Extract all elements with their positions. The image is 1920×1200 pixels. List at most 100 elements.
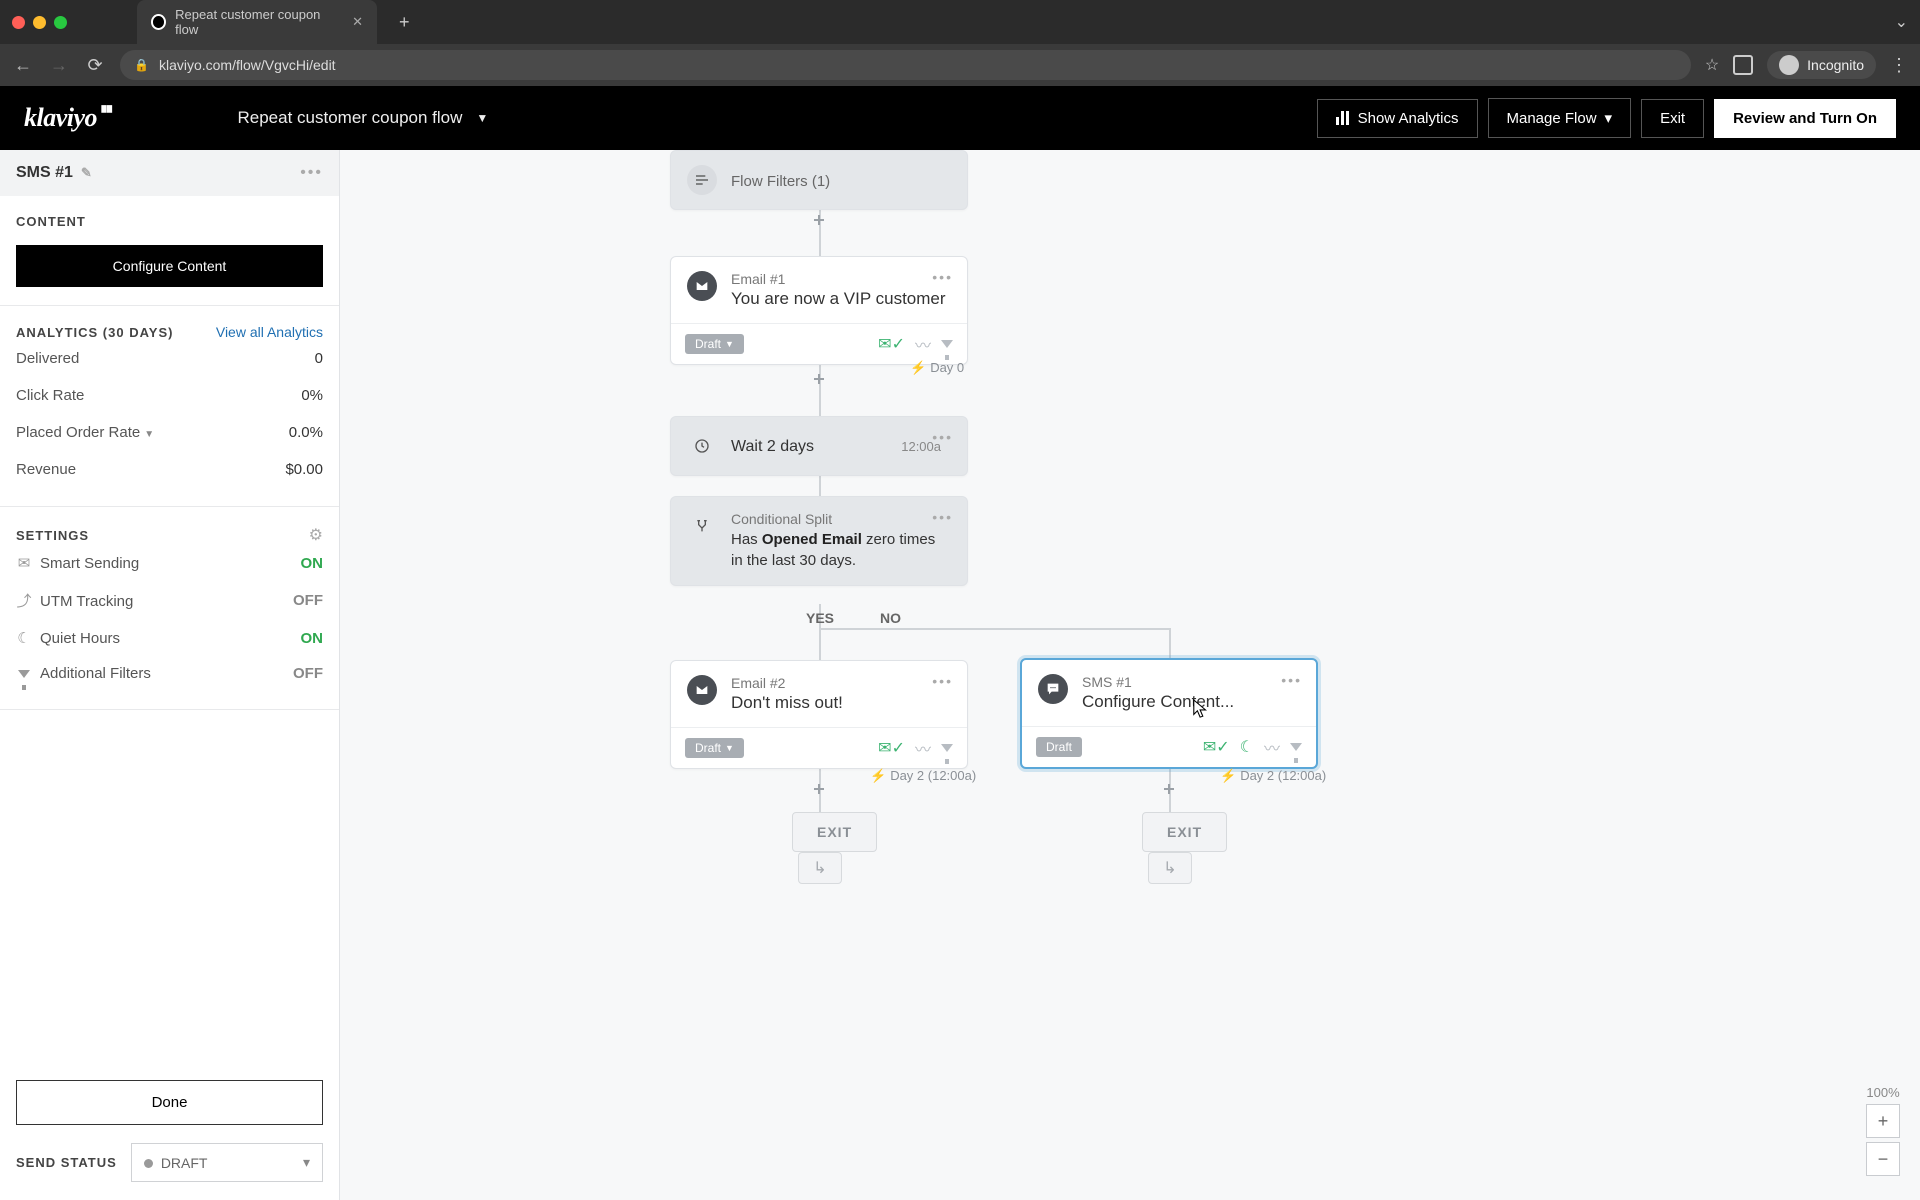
status-pill[interactable]: Draft▼ [685,334,744,354]
caret-down-icon: ▾ [303,1154,310,1171]
browser-tab[interactable]: Repeat customer coupon flow ✕ [137,0,377,44]
connector [819,628,1170,630]
tabs-overflow-icon[interactable]: ⌄ [1895,12,1908,32]
address-bar[interactable]: 🔒 klaviyo.com/flow/VgvcHi/edit [120,50,1691,80]
email-1-node[interactable]: ••• Email #1 You are now a VIP customer … [670,256,968,365]
new-tab-button[interactable]: + [399,12,410,33]
flow-filters-label: Flow Filters (1) [731,173,830,190]
exit-button[interactable]: Exit [1641,99,1704,138]
back-button[interactable]: ← [12,55,34,76]
settings-heading: SETTINGS [16,528,89,543]
conditional-split-node[interactable]: ••• Conditional Split Has Opened Email z… [670,496,968,586]
more-icon[interactable]: ••• [932,269,953,285]
exit-node[interactable]: EXIT [792,812,877,852]
branch-icon[interactable]: ↳ [798,852,842,884]
browser-menu-icon[interactable]: ⋮ [1890,55,1908,76]
sms-1-node[interactable]: ••• SMS #1 Configure Content... Draft ✉✓… [1020,658,1318,769]
done-button[interactable]: Done [16,1080,323,1125]
more-icon[interactable]: ••• [932,509,953,525]
content-section: CONTENT Configure Content [0,196,339,306]
maximize-window-icon[interactable] [54,16,67,29]
analytics-icon: 〰 [915,736,931,760]
smart-sending-icon: ✉✓ [1203,737,1230,757]
show-analytics-button[interactable]: Show Analytics [1317,99,1478,138]
view-all-analytics-link[interactable]: View all Analytics [216,324,323,340]
gear-icon[interactable]: ⚙ [309,525,323,545]
configure-content-button[interactable]: Configure Content [16,245,323,287]
wait-label: Wait 2 days [731,438,814,456]
sidebar-header: SMS #1 ✎ ••• [0,150,339,196]
utm-icon: ⤴ [16,590,32,611]
setting-smart-sending[interactable]: ✉Smart SendingON [16,545,323,581]
bookmark-icon[interactable]: ☆ [1705,55,1719,75]
settings-section: SETTINGS ⚙ ✉Smart SendingON ⤴UTM Trackin… [0,507,339,710]
metric-placed-order: Placed Order Rate▼0.0% [16,414,323,451]
review-turn-on-button[interactable]: Review and Turn On [1714,99,1896,138]
smart-sending-icon: ✉✓ [878,334,905,354]
status-pill[interactable]: Draft [1036,737,1082,757]
more-icon[interactable]: ••• [300,164,323,182]
extensions-icon[interactable] [1733,55,1753,75]
sidebar: SMS #1 ✎ ••• CONTENT Configure Content A… [0,150,340,1200]
pencil-icon[interactable]: ✎ [81,165,92,181]
reload-button[interactable]: ⟳ [84,55,106,76]
node-title: Email #1 [731,271,946,287]
incognito-label: Incognito [1807,57,1864,73]
browser-titlebar: Repeat customer coupon flow ✕ + ⌄ [0,0,1920,44]
close-window-icon[interactable] [12,16,25,29]
quiet-hours-icon: ☾ [1240,737,1254,757]
more-icon[interactable]: ••• [932,673,953,689]
add-step-icon[interactable] [814,215,824,225]
add-step-icon[interactable] [1164,784,1174,794]
node-subject: Configure Content... [1082,692,1234,712]
more-icon[interactable]: ••• [932,429,953,445]
klaviyo-logo[interactable]: klaviyo▝▘ [24,103,118,133]
close-tab-icon[interactable]: ✕ [352,14,363,30]
split-condition: Has Opened Email zero times in the last … [731,529,951,571]
manage-flow-button[interactable]: Manage Flow▾ [1488,98,1632,138]
setting-additional-filters[interactable]: Additional FiltersOFF [16,656,323,691]
send-status-row: SEND STATUS DRAFT ▾ [0,1143,339,1200]
flow-canvas[interactable]: Flow Filters (1) ••• Email #1 You are no… [340,150,1920,1200]
setting-quiet-hours[interactable]: ☾Quiet HoursON [16,620,323,656]
content-heading: CONTENT [16,214,323,229]
send-status-select[interactable]: DRAFT ▾ [131,1143,323,1182]
day-label: ⚡Day 2 (12:00a) [1220,768,1326,784]
caret-down-icon: ▾ [1605,109,1613,127]
caret-down-icon: ▼ [476,111,488,125]
flow-filters-node[interactable]: Flow Filters (1) [670,150,968,210]
app-header: klaviyo▝▘ Repeat customer coupon flow ▼ … [0,86,1920,150]
filter-icon [1290,738,1302,756]
add-step-icon[interactable] [814,374,824,384]
split-icon [687,511,717,541]
email-2-node[interactable]: ••• Email #2 Don't miss out! Draft▼ ✉✓ 〰 [670,660,968,769]
node-title: Conditional Split [731,511,951,527]
incognito-badge[interactable]: Incognito [1767,51,1876,79]
node-title: Email #2 [731,675,843,691]
tab-title: Repeat customer coupon flow [175,7,335,37]
lock-icon: 🔒 [134,58,149,72]
day-label: ⚡Day 2 (12:00a) [870,768,976,784]
zoom-out-button[interactable]: − [1866,1142,1900,1176]
caret-down-icon[interactable]: ▼ [144,429,154,440]
setting-utm-tracking[interactable]: ⤴UTM TrackingOFF [16,581,323,620]
zoom-in-button[interactable]: + [1866,1104,1900,1138]
minimize-window-icon[interactable] [33,16,46,29]
analytics-heading: ANALYTICS (30 DAYS) [16,325,173,340]
forward-button[interactable]: → [48,55,70,76]
exit-node[interactable]: EXIT [1142,812,1227,852]
analytics-section: ANALYTICS (30 DAYS) View all Analytics D… [0,306,339,507]
add-step-icon[interactable] [814,784,824,794]
day-label: ⚡Day 0 [910,360,964,376]
bar-chart-icon [1336,111,1350,125]
filter-icon [941,335,953,353]
analytics-icon: 〰 [1264,735,1280,759]
list-icon [687,165,717,195]
flow-name-dropdown[interactable]: Repeat customer coupon flow ▼ [238,108,489,128]
more-icon[interactable]: ••• [1281,672,1302,688]
moon-icon: ☾ [16,629,32,647]
status-pill[interactable]: Draft▼ [685,738,744,758]
wait-node[interactable]: ••• Wait 2 days 12:00a [670,416,968,476]
branch-icon[interactable]: ↳ [1148,852,1192,884]
status-dot-icon [144,1159,153,1168]
